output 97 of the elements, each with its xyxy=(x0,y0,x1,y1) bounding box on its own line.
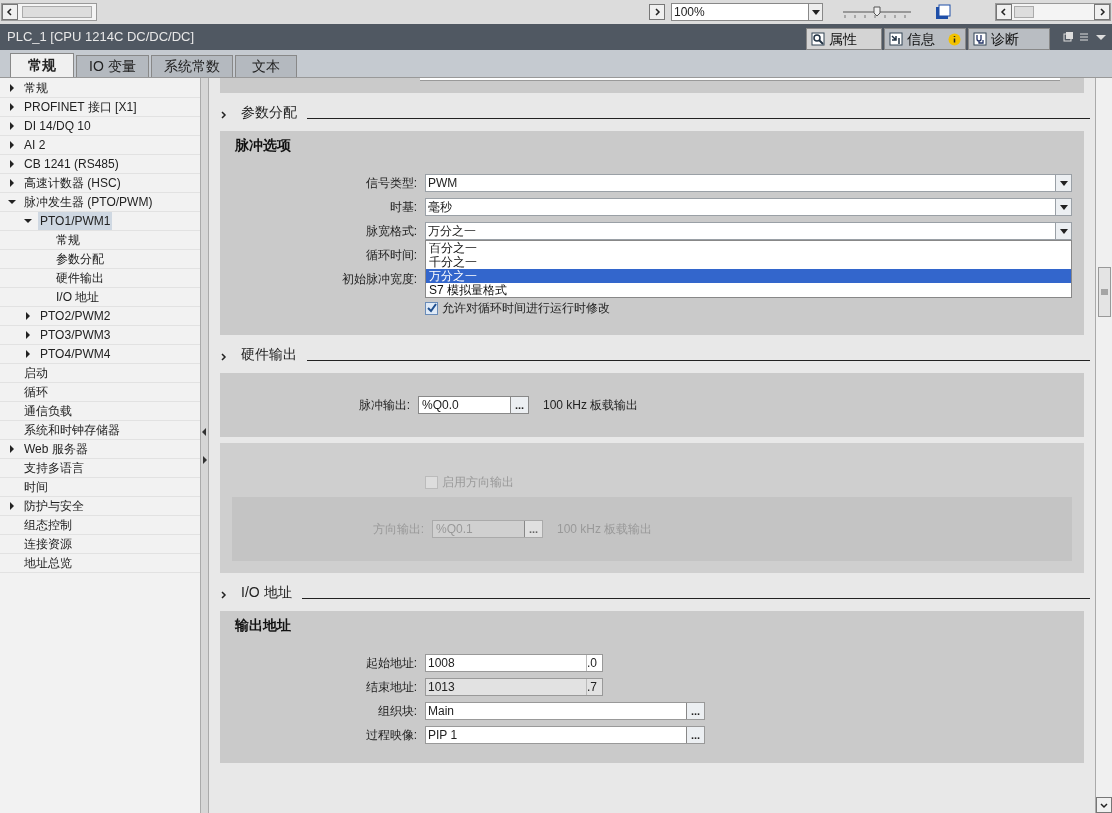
chevron-right-icon xyxy=(1098,8,1106,16)
output-note: 100 kHz 板载输出 xyxy=(543,397,639,414)
tree-item[interactable]: PTO1/PWM1 xyxy=(38,212,113,230)
expand-icon[interactable] xyxy=(8,160,16,168)
group-title: 输出地址 xyxy=(234,616,292,635)
inspector-tab[interactable]: 信息 xyxy=(884,28,966,50)
properties-tab[interactable]: 常规 xyxy=(10,53,74,77)
field-label: 信号类型: xyxy=(364,175,418,192)
panel-menu-icon[interactable] xyxy=(1062,31,1108,43)
scroll-left-button[interactable] xyxy=(2,4,18,20)
chevron-down-icon xyxy=(1100,801,1108,809)
expand-icon[interactable] xyxy=(8,122,16,130)
tree-item[interactable]: 连接资源 xyxy=(22,535,74,553)
window-icon[interactable] xyxy=(935,4,951,20)
field-label: 过程映像: xyxy=(364,727,418,744)
magnifier-icon xyxy=(811,32,825,46)
section-title[interactable]: 硬件输出 xyxy=(241,344,297,365)
tree-item[interactable]: 地址总览 xyxy=(22,554,74,572)
tree-item[interactable]: 常规 xyxy=(54,231,82,249)
expand-right-icon[interactable] xyxy=(202,455,207,464)
expand-icon[interactable] xyxy=(24,331,32,339)
checkmark-icon xyxy=(426,303,437,313)
checkbox-label: 允许对循环时间进行运行时修改 xyxy=(442,300,610,317)
tree-item[interactable]: 硬件输出 xyxy=(54,269,106,287)
expand-icon[interactable] xyxy=(8,103,16,111)
tree-item[interactable]: DI 14/DQ 10 xyxy=(22,117,93,135)
dropdown-option[interactable]: 百分之一 xyxy=(426,241,1071,255)
tree-item[interactable]: 高速计数器 (HSC) xyxy=(22,174,123,192)
tree-item[interactable]: PROFINET 接口 [X1] xyxy=(22,98,139,116)
window-title: PLC_1 [CPU 1214C DC/DC/DC] xyxy=(7,28,195,47)
tree-item[interactable]: 参数分配 xyxy=(54,250,106,268)
collapse-icon[interactable] xyxy=(8,198,16,206)
tree-item[interactable]: 常规 xyxy=(22,79,50,97)
stethoscope-icon xyxy=(973,32,987,46)
section-title[interactable]: 参数分配 xyxy=(241,102,297,123)
field-label: 循环时间: xyxy=(364,247,418,264)
tree-item[interactable]: PTO3/PWM3 xyxy=(38,326,113,344)
expand-icon[interactable] xyxy=(8,445,16,453)
dropdown-option[interactable]: 万分之一 xyxy=(426,269,1071,283)
vertical-scrollbar[interactable] xyxy=(1095,78,1112,813)
scroll-right-button[interactable] xyxy=(649,4,665,20)
chevron-left-icon xyxy=(6,8,14,16)
scrollbar[interactable] xyxy=(995,3,1111,21)
expand-icon[interactable] xyxy=(24,350,32,358)
section-title[interactable]: I/O 地址 xyxy=(241,582,292,603)
tree-item[interactable]: AI 2 xyxy=(22,136,48,154)
collapse-left-icon[interactable] xyxy=(202,427,207,436)
tree-item[interactable]: 组态控制 xyxy=(22,516,74,534)
tree-item[interactable]: 脉冲发生器 (PTO/PWM) xyxy=(22,193,155,211)
group-title: 脉冲选项 xyxy=(234,136,292,155)
chevron-icon[interactable] xyxy=(221,591,227,599)
field-label: 脉冲输出: xyxy=(357,397,411,414)
info-icon xyxy=(948,32,961,46)
scrollbar[interactable] xyxy=(1,3,97,21)
chevron-left-icon xyxy=(1000,8,1008,16)
slider-thumb[interactable] xyxy=(873,6,881,17)
field-label: 脉宽格式: xyxy=(364,223,418,240)
field-label: 起始地址: xyxy=(364,655,418,672)
expand-icon[interactable] xyxy=(24,312,32,320)
tree-item[interactable]: 循环 xyxy=(22,383,50,401)
expand-icon[interactable] xyxy=(8,502,16,510)
collapse-icon[interactable] xyxy=(24,217,32,225)
tree-item[interactable]: Web 服务器 xyxy=(22,440,90,458)
dropdown-option[interactable]: S7 模拟量格式 xyxy=(426,283,1071,297)
properties-tab[interactable]: 文本 xyxy=(234,55,297,77)
tree-item[interactable]: 通信负载 xyxy=(22,402,74,420)
dropdown-option[interactable]: 千分之一 xyxy=(426,255,1071,269)
inspector-tab[interactable]: 属性 xyxy=(806,28,882,50)
scroll-down-button[interactable] xyxy=(1096,797,1112,813)
field-label: 结束地址: xyxy=(364,679,418,696)
expand-icon[interactable] xyxy=(8,84,16,92)
scroll-left-button[interactable] xyxy=(996,4,1012,20)
checkbox[interactable] xyxy=(425,301,438,315)
tree-item[interactable]: CB 1241 (RS485) xyxy=(22,155,121,173)
scroll-right-button[interactable] xyxy=(1094,4,1110,20)
tree-item[interactable]: 启动 xyxy=(22,364,50,382)
inspector-tab[interactable]: 诊断 xyxy=(968,28,1050,50)
expand-icon[interactable] xyxy=(8,141,16,149)
tree-item[interactable]: I/O 地址 xyxy=(54,288,102,306)
tree-item[interactable]: PTO2/PWM2 xyxy=(38,307,113,325)
chevron-right-icon xyxy=(653,8,661,16)
field-label: 组织块: xyxy=(376,703,418,720)
tree-item[interactable]: 支持多语言 xyxy=(22,459,86,477)
chevron-icon[interactable] xyxy=(221,353,227,361)
field-label: 时基: xyxy=(388,199,418,216)
scroll-thumb[interactable] xyxy=(1014,6,1034,18)
tree-item[interactable]: 防护与安全 xyxy=(22,497,86,515)
tree-item[interactable]: 时间 xyxy=(22,478,50,496)
chevron-icon[interactable] xyxy=(221,111,227,119)
grip-icon xyxy=(1100,289,1108,295)
tree-item[interactable]: PTO4/PWM4 xyxy=(38,345,113,363)
scroll-thumb[interactable] xyxy=(22,6,92,18)
expand-icon[interactable] xyxy=(8,179,16,187)
tree-item[interactable]: 系统和时钟存储器 xyxy=(22,421,122,439)
properties-tab[interactable]: IO 变量 xyxy=(76,55,149,77)
field-label: 初始脉冲宽度: xyxy=(340,271,418,288)
properties-tab[interactable]: 系统常数 xyxy=(150,55,233,77)
